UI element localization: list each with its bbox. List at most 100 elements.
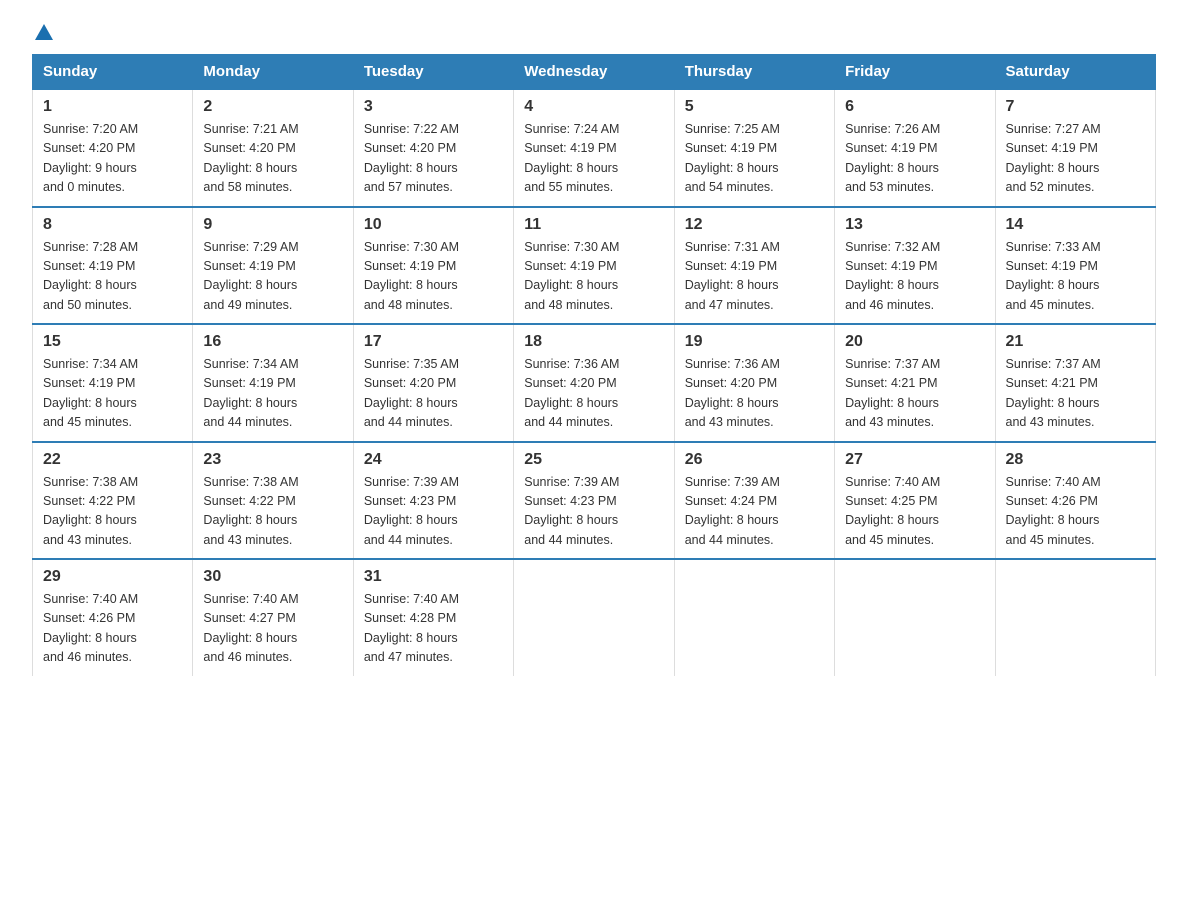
day-number: 29 <box>43 568 182 586</box>
day-number: 12 <box>685 216 824 234</box>
day-number: 19 <box>685 333 824 351</box>
day-info: Sunrise: 7:31 AMSunset: 4:19 PMDaylight:… <box>685 238 824 316</box>
day-info: Sunrise: 7:27 AMSunset: 4:19 PMDaylight:… <box>1006 120 1145 198</box>
calendar-header-friday: Friday <box>835 55 995 90</box>
day-number: 14 <box>1006 216 1145 234</box>
day-info: Sunrise: 7:40 AMSunset: 4:26 PMDaylight:… <box>43 590 182 668</box>
calendar-day-cell: 27 Sunrise: 7:40 AMSunset: 4:25 PMDayligh… <box>835 442 995 560</box>
day-number: 31 <box>364 568 503 586</box>
day-number: 1 <box>43 98 182 116</box>
day-number: 16 <box>203 333 342 351</box>
day-info: Sunrise: 7:26 AMSunset: 4:19 PMDaylight:… <box>845 120 984 198</box>
calendar-day-cell: 7 Sunrise: 7:27 AMSunset: 4:19 PMDaylight… <box>995 89 1155 207</box>
calendar-table: SundayMondayTuesdayWednesdayThursdayFrid… <box>32 54 1156 676</box>
calendar-day-cell: 15 Sunrise: 7:34 AMSunset: 4:19 PMDayligh… <box>33 324 193 442</box>
day-number: 8 <box>43 216 182 234</box>
calendar-day-cell: 3 Sunrise: 7:22 AMSunset: 4:20 PMDaylight… <box>353 89 513 207</box>
day-info: Sunrise: 7:34 AMSunset: 4:19 PMDaylight:… <box>203 355 342 433</box>
calendar-day-cell: 14 Sunrise: 7:33 AMSunset: 4:19 PMDayligh… <box>995 207 1155 325</box>
calendar-day-cell: 5 Sunrise: 7:25 AMSunset: 4:19 PMDaylight… <box>674 89 834 207</box>
day-info: Sunrise: 7:25 AMSunset: 4:19 PMDaylight:… <box>685 120 824 198</box>
day-number: 3 <box>364 98 503 116</box>
day-info: Sunrise: 7:39 AMSunset: 4:23 PMDaylight:… <box>524 473 663 551</box>
calendar-day-cell: 25 Sunrise: 7:39 AMSunset: 4:23 PMDayligh… <box>514 442 674 560</box>
day-number: 20 <box>845 333 984 351</box>
day-number: 23 <box>203 451 342 469</box>
calendar-day-cell: 10 Sunrise: 7:30 AMSunset: 4:19 PMDayligh… <box>353 207 513 325</box>
calendar-day-cell: 9Sunrise: 7:29 AMSunset: 4:19 PMDaylight… <box>193 207 353 325</box>
calendar-day-cell: 6Sunrise: 7:26 AMSunset: 4:19 PMDaylight… <box>835 89 995 207</box>
calendar-day-cell: 22 Sunrise: 7:38 AMSunset: 4:22 PMDayligh… <box>33 442 193 560</box>
calendar-day-cell: 13Sunrise: 7:32 AMSunset: 4:19 PMDayligh… <box>835 207 995 325</box>
calendar-week-row: 1 Sunrise: 7:20 AMSunset: 4:20 PMDaylight… <box>33 89 1156 207</box>
calendar-header-tuesday: Tuesday <box>353 55 513 90</box>
day-number: 13 <box>845 216 984 234</box>
day-info: Sunrise: 7:40 AMSunset: 4:28 PMDaylight:… <box>364 590 503 668</box>
calendar-empty-cell <box>995 559 1155 676</box>
day-info: Sunrise: 7:22 AMSunset: 4:20 PMDaylight:… <box>364 120 503 198</box>
day-number: 22 <box>43 451 182 469</box>
logo-icon <box>35 24 53 40</box>
day-info: Sunrise: 7:33 AMSunset: 4:19 PMDaylight:… <box>1006 238 1145 316</box>
calendar-week-row: 22 Sunrise: 7:38 AMSunset: 4:22 PMDayligh… <box>33 442 1156 560</box>
day-info: Sunrise: 7:34 AMSunset: 4:19 PMDaylight:… <box>43 355 182 433</box>
day-info: Sunrise: 7:40 AMSunset: 4:26 PMDaylight:… <box>1006 473 1145 551</box>
logo <box>32 24 53 42</box>
calendar-header-sunday: Sunday <box>33 55 193 90</box>
day-info: Sunrise: 7:20 AMSunset: 4:20 PMDaylight:… <box>43 120 182 198</box>
calendar-day-cell: 16 Sunrise: 7:34 AMSunset: 4:19 PMDayligh… <box>193 324 353 442</box>
day-info: Sunrise: 7:38 AMSunset: 4:22 PMDaylight:… <box>43 473 182 551</box>
calendar-day-cell: 12 Sunrise: 7:31 AMSunset: 4:19 PMDayligh… <box>674 207 834 325</box>
day-number: 7 <box>1006 98 1145 116</box>
calendar-header-wednesday: Wednesday <box>514 55 674 90</box>
day-number: 28 <box>1006 451 1145 469</box>
calendar-day-cell: 29 Sunrise: 7:40 AMSunset: 4:26 PMDayligh… <box>33 559 193 676</box>
day-info: Sunrise: 7:40 AMSunset: 4:27 PMDaylight:… <box>203 590 342 668</box>
day-info: Sunrise: 7:37 AMSunset: 4:21 PMDaylight:… <box>1006 355 1145 433</box>
calendar-day-cell: 26 Sunrise: 7:39 AMSunset: 4:24 PMDayligh… <box>674 442 834 560</box>
calendar-day-cell: 17 Sunrise: 7:35 AMSunset: 4:20 PMDayligh… <box>353 324 513 442</box>
day-number: 24 <box>364 451 503 469</box>
day-info: Sunrise: 7:28 AMSunset: 4:19 PMDaylight:… <box>43 238 182 316</box>
calendar-empty-cell <box>674 559 834 676</box>
day-info: Sunrise: 7:30 AMSunset: 4:19 PMDaylight:… <box>524 238 663 316</box>
day-number: 9 <box>203 216 342 234</box>
day-number: 4 <box>524 98 663 116</box>
day-number: 26 <box>685 451 824 469</box>
day-info: Sunrise: 7:39 AMSunset: 4:24 PMDaylight:… <box>685 473 824 551</box>
calendar-day-cell: 31 Sunrise: 7:40 AMSunset: 4:28 PMDayligh… <box>353 559 513 676</box>
day-info: Sunrise: 7:36 AMSunset: 4:20 PMDaylight:… <box>524 355 663 433</box>
day-info: Sunrise: 7:36 AMSunset: 4:20 PMDaylight:… <box>685 355 824 433</box>
calendar-day-cell: 28 Sunrise: 7:40 AMSunset: 4:26 PMDayligh… <box>995 442 1155 560</box>
calendar-day-cell: 20 Sunrise: 7:37 AMSunset: 4:21 PMDayligh… <box>835 324 995 442</box>
day-number: 21 <box>1006 333 1145 351</box>
day-number: 10 <box>364 216 503 234</box>
day-info: Sunrise: 7:40 AMSunset: 4:25 PMDaylight:… <box>845 473 984 551</box>
day-number: 25 <box>524 451 663 469</box>
day-number: 15 <box>43 333 182 351</box>
day-info: Sunrise: 7:21 AMSunset: 4:20 PMDaylight:… <box>203 120 342 198</box>
calendar-header-thursday: Thursday <box>674 55 834 90</box>
calendar-week-row: 15 Sunrise: 7:34 AMSunset: 4:19 PMDayligh… <box>33 324 1156 442</box>
calendar-day-cell: 24 Sunrise: 7:39 AMSunset: 4:23 PMDayligh… <box>353 442 513 560</box>
day-info: Sunrise: 7:30 AMSunset: 4:19 PMDaylight:… <box>364 238 503 316</box>
day-info: Sunrise: 7:35 AMSunset: 4:20 PMDaylight:… <box>364 355 503 433</box>
day-number: 17 <box>364 333 503 351</box>
calendar-header-monday: Monday <box>193 55 353 90</box>
calendar-day-cell: 4Sunrise: 7:24 AMSunset: 4:19 PMDaylight… <box>514 89 674 207</box>
day-info: Sunrise: 7:39 AMSunset: 4:23 PMDaylight:… <box>364 473 503 551</box>
calendar-header-row: SundayMondayTuesdayWednesdayThursdayFrid… <box>33 55 1156 90</box>
calendar-day-cell: 21 Sunrise: 7:37 AMSunset: 4:21 PMDayligh… <box>995 324 1155 442</box>
calendar-day-cell: 1 Sunrise: 7:20 AMSunset: 4:20 PMDaylight… <box>33 89 193 207</box>
day-number: 27 <box>845 451 984 469</box>
calendar-week-row: 8 Sunrise: 7:28 AMSunset: 4:19 PMDaylight… <box>33 207 1156 325</box>
calendar-day-cell: 19 Sunrise: 7:36 AMSunset: 4:20 PMDayligh… <box>674 324 834 442</box>
day-number: 18 <box>524 333 663 351</box>
calendar-empty-cell <box>835 559 995 676</box>
calendar-day-cell: 11Sunrise: 7:30 AMSunset: 4:19 PMDayligh… <box>514 207 674 325</box>
page-header <box>32 24 1156 42</box>
day-number: 30 <box>203 568 342 586</box>
day-info: Sunrise: 7:37 AMSunset: 4:21 PMDaylight:… <box>845 355 984 433</box>
day-number: 5 <box>685 98 824 116</box>
calendar-week-row: 29 Sunrise: 7:40 AMSunset: 4:26 PMDayligh… <box>33 559 1156 676</box>
